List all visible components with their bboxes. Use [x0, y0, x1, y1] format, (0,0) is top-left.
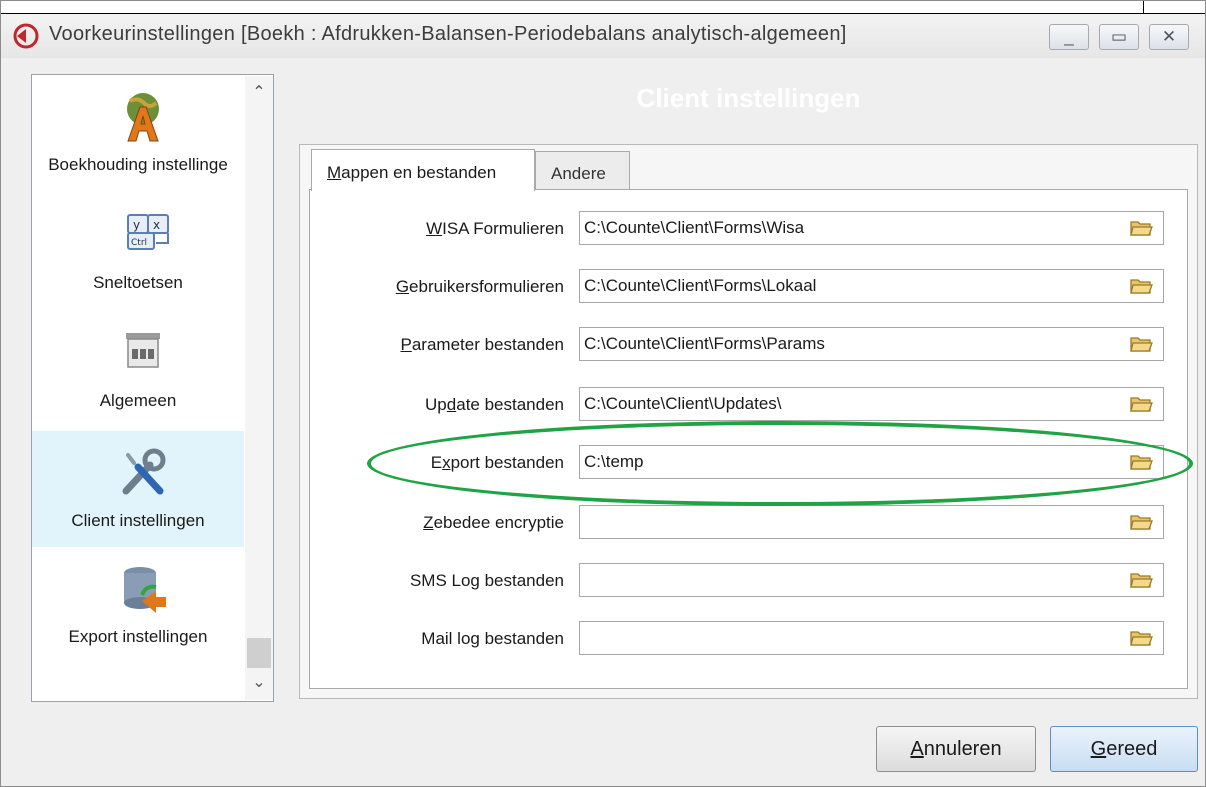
scroll-up-arrow-icon[interactable]: ⌃ — [245, 80, 273, 106]
folder-browse-icon[interactable] — [1129, 628, 1153, 648]
mail-log-bestanden-input[interactable] — [584, 626, 1114, 650]
field-label: Zebedee encryptie — [423, 513, 564, 532]
folder-browse-icon[interactable] — [1129, 452, 1153, 472]
folder-browse-icon[interactable] — [1129, 276, 1153, 296]
export-bestanden-field[interactable] — [579, 445, 1164, 479]
folder-browse-icon[interactable] — [1129, 334, 1153, 354]
tab-content — [309, 189, 1188, 689]
app-logo-icon — [13, 23, 39, 49]
wisa-formulieren-field[interactable] — [579, 211, 1164, 245]
field-label: Parameter bestanden — [400, 335, 565, 354]
field-row-mail-log-bestanden: Mail log bestanden — [1, 621, 1205, 657]
field-label: Update bestanden — [425, 395, 564, 414]
update-bestanden-field[interactable] — [579, 387, 1164, 421]
field-row-parameter-bestanden: Parameter bestanden — [1, 327, 1205, 363]
minimize-icon: _ — [1064, 27, 1074, 46]
field-label: WISA Formulieren — [426, 219, 564, 238]
window-title: Voorkeurinstellingen [Boekh : Afdrukken-… — [49, 23, 847, 45]
top-strip — [1, 1, 1205, 14]
done-button[interactable]: Gereed — [1050, 726, 1198, 772]
field-label: Export bestanden — [430, 453, 564, 472]
accounting-globe-icon — [127, 93, 159, 142]
title-bar[interactable]: Voorkeurinstellingen [Boekh : Afdrukken-… — [1, 14, 1205, 58]
field-label: Mail log bestanden — [421, 629, 564, 648]
parameter-bestanden-input[interactable] — [584, 332, 1114, 356]
sidebar-item-boekhouding[interactable]: Boekhouding instellinge — [32, 75, 244, 191]
mail-log-bestanden-field[interactable] — [579, 621, 1164, 655]
folder-browse-icon[interactable] — [1129, 512, 1153, 532]
sms-log-bestanden-field[interactable] — [579, 563, 1164, 597]
export-bestanden-input[interactable] — [584, 450, 1114, 474]
sms-log-bestanden-input[interactable] — [584, 568, 1114, 592]
update-bestanden-input[interactable] — [584, 392, 1114, 416]
tab-mappen-en-bestanden[interactable]: Mappen en bestanden — [311, 149, 535, 191]
tab-andere[interactable]: Andere — [535, 151, 630, 189]
field-row-update-bestanden: Update bestanden — [1, 387, 1205, 423]
preferences-window: Voorkeurinstellingen [Boekh : Afdrukken-… — [0, 0, 1206, 787]
wisa-formulieren-input[interactable] — [584, 216, 1114, 240]
sidebar-item-label: Boekhouding instellinge — [48, 155, 228, 174]
folder-browse-icon[interactable] — [1129, 570, 1153, 590]
maximize-icon: ▭ — [1110, 27, 1128, 46]
minimize-button[interactable]: _ — [1049, 24, 1089, 50]
field-row-export-bestanden: Export bestanden — [1, 445, 1205, 481]
tab-mnemonic: M — [327, 163, 342, 182]
close-button[interactable]: ✕ — [1149, 24, 1189, 50]
scroll-down-arrow-icon[interactable]: ⌄ — [245, 670, 273, 696]
field-row-gebruikersformulieren: Gebruikersformulieren — [1, 269, 1205, 305]
maximize-button[interactable]: ▭ — [1099, 24, 1139, 50]
field-label: Gebruikersformulieren — [395, 277, 564, 296]
close-icon: ✕ — [1161, 27, 1177, 46]
folder-browse-icon[interactable] — [1129, 394, 1153, 414]
tab-label: Andere — [551, 164, 606, 183]
tab-label: appen en bestanden — [341, 163, 497, 182]
field-row-zebedee-encryptie: Zebedee encryptie — [1, 505, 1205, 541]
parameter-bestanden-field[interactable] — [579, 327, 1164, 361]
gebruikersformulieren-input[interactable] — [584, 274, 1114, 298]
folder-browse-icon[interactable] — [1129, 218, 1153, 238]
field-row-sms-log-bestanden: SMS Log bestanden — [1, 563, 1205, 599]
cancel-button[interactable]: Annuleren — [876, 726, 1036, 772]
zebedee-encryptie-input[interactable] — [584, 510, 1114, 534]
gebruikersformulieren-field[interactable] — [579, 269, 1164, 303]
field-row-wisa-formulieren: WISA Formulieren — [1, 211, 1205, 247]
field-label: SMS Log bestanden — [409, 571, 564, 590]
section-title: Client instellingen — [636, 83, 861, 113]
zebedee-encryptie-field[interactable] — [579, 505, 1164, 539]
